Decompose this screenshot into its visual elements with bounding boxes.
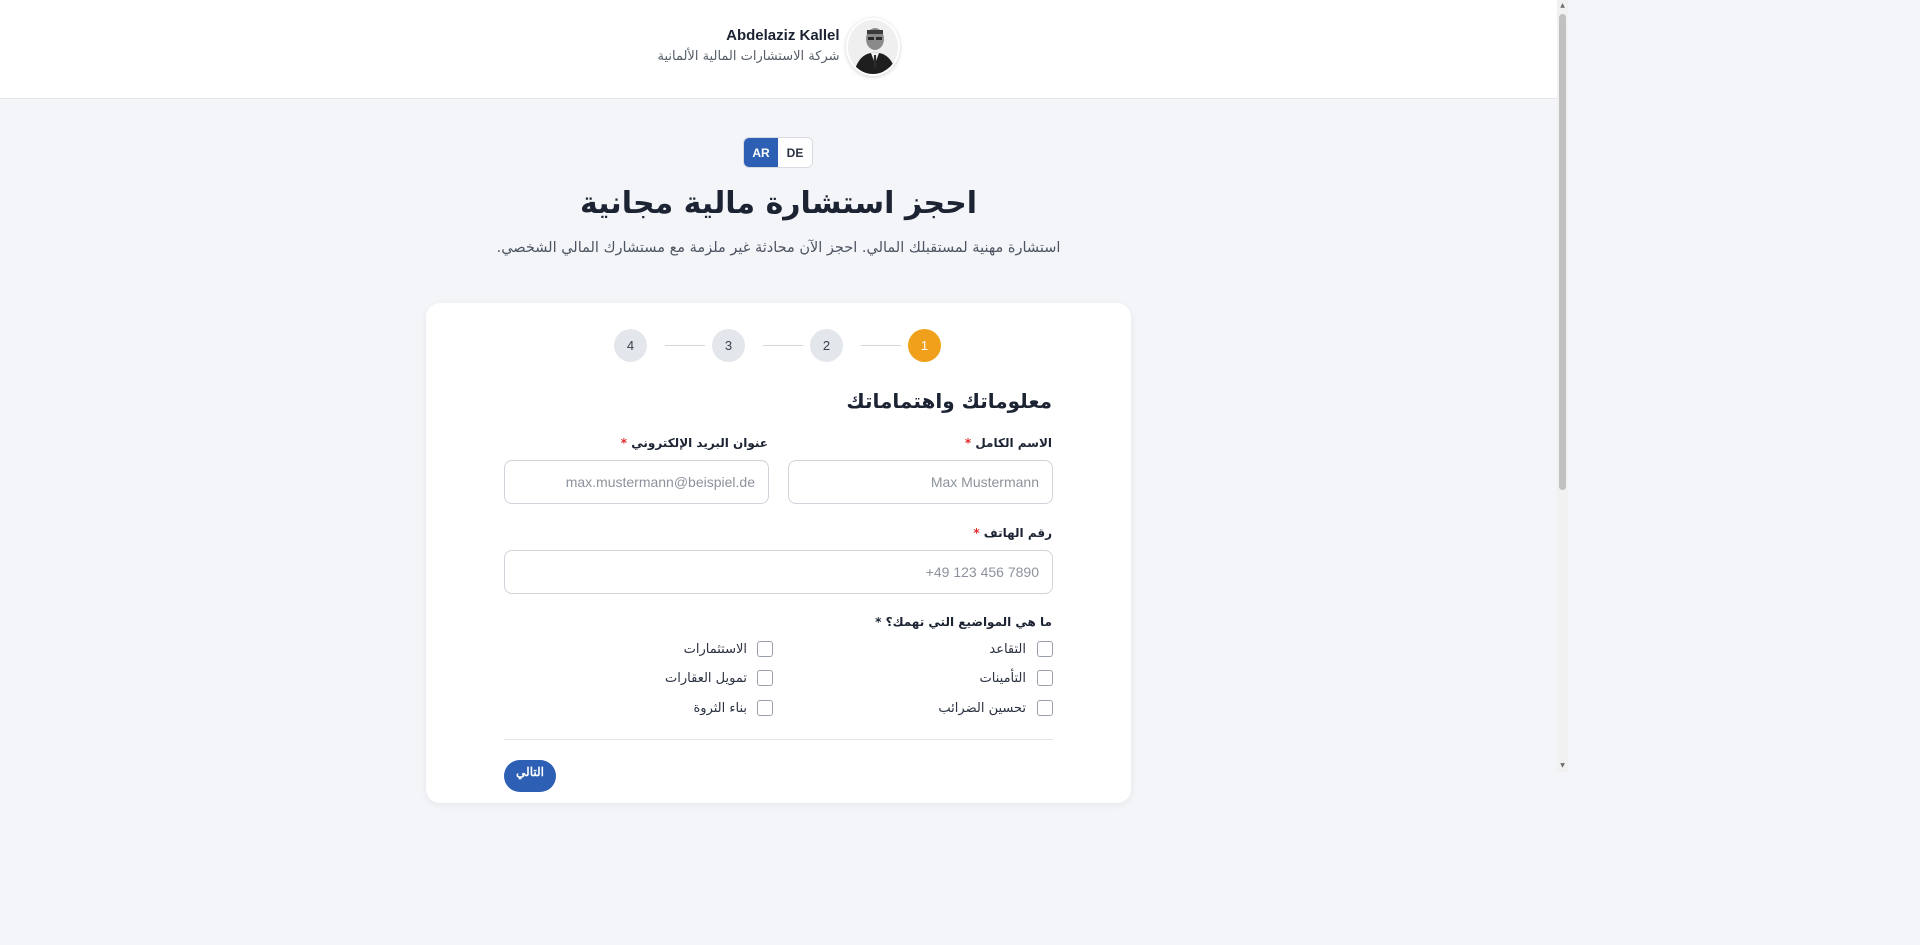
topic-wealth-label[interactable]: بناء الثروة (693, 701, 747, 716)
topic-real-estate-checkbox[interactable] (757, 670, 773, 686)
topic-retirement-label[interactable]: التقاعد (989, 642, 1026, 657)
step-connector (763, 345, 803, 346)
step-2: 2 (810, 329, 843, 362)
phone-input[interactable] (504, 550, 1053, 594)
form-divider (504, 739, 1053, 740)
advisor-name: Abdelaziz Kallel (726, 27, 840, 44)
scrollbar-thumb[interactable] (1559, 14, 1566, 490)
phone-label: رقم الهاتف * (973, 526, 1052, 540)
step-connector (665, 345, 705, 346)
scroll-down-icon[interactable]: ▼ (1559, 763, 1566, 769)
language-ar-button[interactable]: AR (744, 138, 778, 167)
step-connector (861, 345, 901, 346)
company-name: شركة الاستشارات المالية الألمانية (657, 49, 840, 64)
step-4: 4 (614, 329, 647, 362)
topic-wealth-checkbox[interactable] (757, 700, 773, 716)
top-header: Abdelaziz Kallel شركة الاستشارات المالية… (0, 0, 1557, 99)
topic-retirement-checkbox[interactable] (1037, 641, 1053, 657)
step-1: 1 (908, 329, 941, 362)
section-title: معلوماتك واهتماماتك (846, 389, 1052, 413)
email-label: عنوان البريد الإلكتروني * (621, 436, 768, 450)
email-input[interactable] (504, 460, 769, 504)
topic-tax-checkbox[interactable] (1037, 700, 1053, 716)
email-label-text: عنوان البريد الإلكتروني (631, 436, 768, 450)
scroll-up-icon[interactable]: ▲ (1559, 3, 1566, 9)
required-mark: * (620, 436, 628, 450)
topics-label: ما هي المواضيع التي تهمك؟ * (875, 615, 1052, 629)
language-de-button[interactable]: DE (778, 138, 812, 167)
advisor-profile: Abdelaziz Kallel شركة الاستشارات المالية… (0, 18, 1557, 76)
language-toggle: AR DE (743, 137, 813, 168)
advisor-info: Abdelaziz Kallel شركة الاستشارات المالية… (657, 26, 839, 68)
full-name-label-text: الاسم الكامل (975, 436, 1052, 450)
step-3: 3 (712, 329, 745, 362)
full-name-label: الاسم الكامل * (965, 436, 1052, 450)
topic-insurance-checkbox[interactable] (1037, 670, 1053, 686)
advisor-photo-icon (847, 20, 898, 74)
topic-investments-checkbox[interactable] (757, 641, 773, 657)
next-button[interactable]: التالي (504, 760, 556, 792)
topic-insurance-label[interactable]: التأمينات (980, 671, 1026, 686)
page-title: احجز استشارة مالية مجانية (579, 186, 978, 221)
topic-tax-label[interactable]: تحسين الضرائب (938, 701, 1026, 716)
topic-real-estate-label[interactable]: تمويل العقارات (665, 671, 747, 686)
page-subtitle: استشارة مهنية لمستقبلك المالي. احجز الآن… (496, 240, 1061, 256)
topic-investments-label[interactable]: الاستثمارات (684, 642, 747, 657)
phone-label-text: رقم الهاتف (983, 526, 1052, 540)
required-mark: * (973, 526, 980, 540)
required-mark: * (964, 436, 972, 450)
full-name-input[interactable] (788, 460, 1053, 504)
avatar (845, 18, 900, 76)
